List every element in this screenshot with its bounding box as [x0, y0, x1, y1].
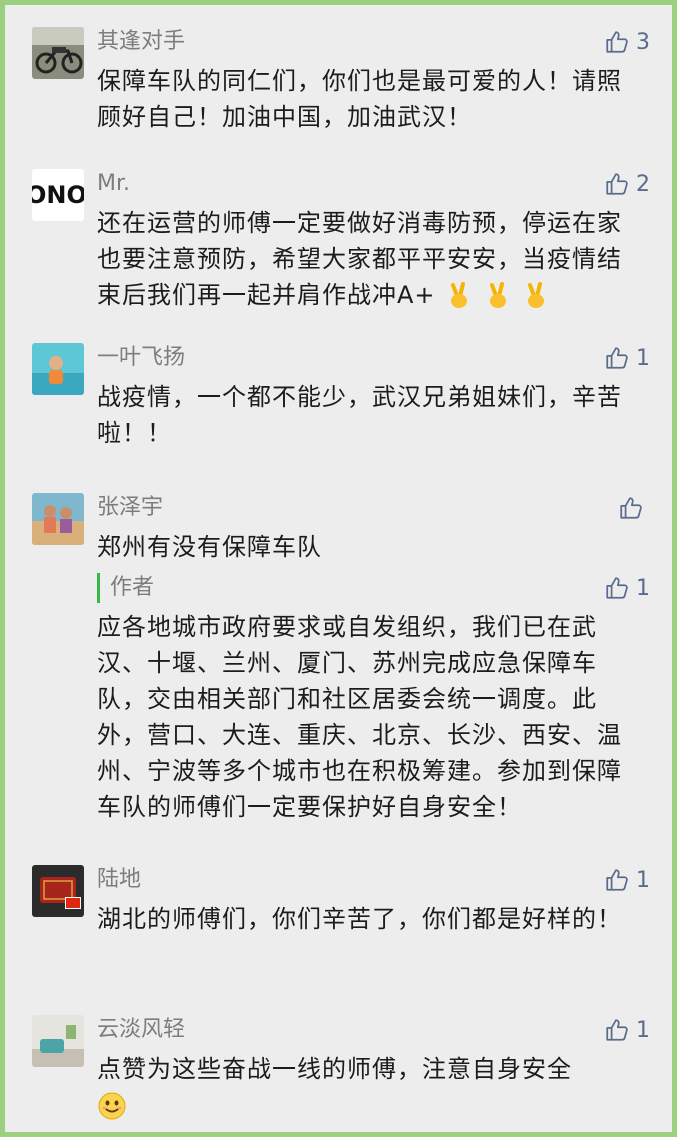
comments-panel: 其逢对手 3 保障车队的同仁们，你们也是最可爱的人！请照顾好自己！加油中国，加油… — [0, 0, 677, 1137]
smiling-face-icon — [98, 1092, 126, 1120]
like-button[interactable]: 1 — [604, 1015, 650, 1045]
thumbs-up-icon — [606, 347, 628, 369]
reply-like-button[interactable]: 1 — [604, 573, 650, 603]
avatar[interactable] — [32, 1015, 84, 1067]
like-count: 1 — [636, 1017, 650, 1043]
author-reply-text: 应各地城市政府要求或自发组织，我们已在武汉、十堰、兰州、厦门、苏州完成应急保障车… — [97, 613, 622, 821]
comment-text-block: 点赞为这些奋战一线的师傅，注意自身安全 — [97, 1051, 642, 1123]
thumbs-up-icon — [606, 869, 628, 891]
avatar[interactable] — [32, 865, 84, 917]
like-count: 1 — [636, 575, 650, 601]
commenter-name[interactable]: 张泽宇 — [97, 493, 163, 523]
victory-hand-icon — [451, 282, 468, 308]
like-count: 2 — [636, 171, 650, 197]
avatar[interactable]: ONO — [32, 169, 84, 221]
like-button[interactable]: 2 — [604, 169, 650, 199]
avatar[interactable] — [32, 27, 84, 79]
svg-text:ONO: ONO — [32, 181, 84, 209]
victory-hand-icon — [489, 282, 506, 308]
comment-text: 保障车队的同仁们，你们也是最可爱的人！请照顾好自己！加油中国，加油武汉！ — [97, 67, 622, 131]
like-button[interactable]: 1 — [604, 343, 650, 373]
commenter-name[interactable]: 一叶飞扬 — [97, 343, 185, 373]
comment-text: 战疫情，一个都不能少，武汉兄弟姐妹们，辛苦啦！！ — [97, 383, 622, 447]
like-count: 3 — [636, 29, 650, 55]
avatar[interactable] — [32, 493, 84, 545]
commenter-name[interactable]: Mr. — [97, 169, 130, 199]
like-button[interactable]: 1 — [604, 865, 650, 895]
victory-hand-icon — [528, 282, 545, 308]
commenter-name[interactable]: 陆地 — [97, 865, 141, 895]
thumbs-up-icon — [606, 31, 628, 53]
thumbs-up-icon — [606, 1019, 628, 1041]
commenter-name[interactable]: 云淡风轻 — [97, 1015, 185, 1045]
comment-text: 湖北的师傅们，你们辛苦了，你们都是好样的！ — [97, 905, 622, 933]
comment-text: 郑州有没有保障车队 — [97, 533, 322, 561]
comment-text-block: 还在运营的师傅一定要做好消毒防预，停运在家也要注意预防，希望大家都平平安安，当疫… — [97, 205, 642, 313]
thumbs-up-icon — [606, 173, 628, 195]
thumbs-up-icon — [606, 577, 628, 599]
commenter-name[interactable]: 其逢对手 — [97, 27, 185, 57]
china-flag-icon — [65, 897, 81, 909]
avatar[interactable] — [32, 343, 84, 395]
like-button[interactable] — [618, 493, 650, 523]
like-button[interactable]: 3 — [604, 27, 650, 57]
thumbs-up-icon — [620, 497, 642, 519]
like-count: 1 — [636, 867, 650, 893]
like-count: 1 — [636, 345, 650, 371]
comment-text: 点赞为这些奋战一线的师傅，注意自身安全 — [97, 1055, 572, 1083]
author-reply-label: 作者 — [97, 573, 154, 603]
